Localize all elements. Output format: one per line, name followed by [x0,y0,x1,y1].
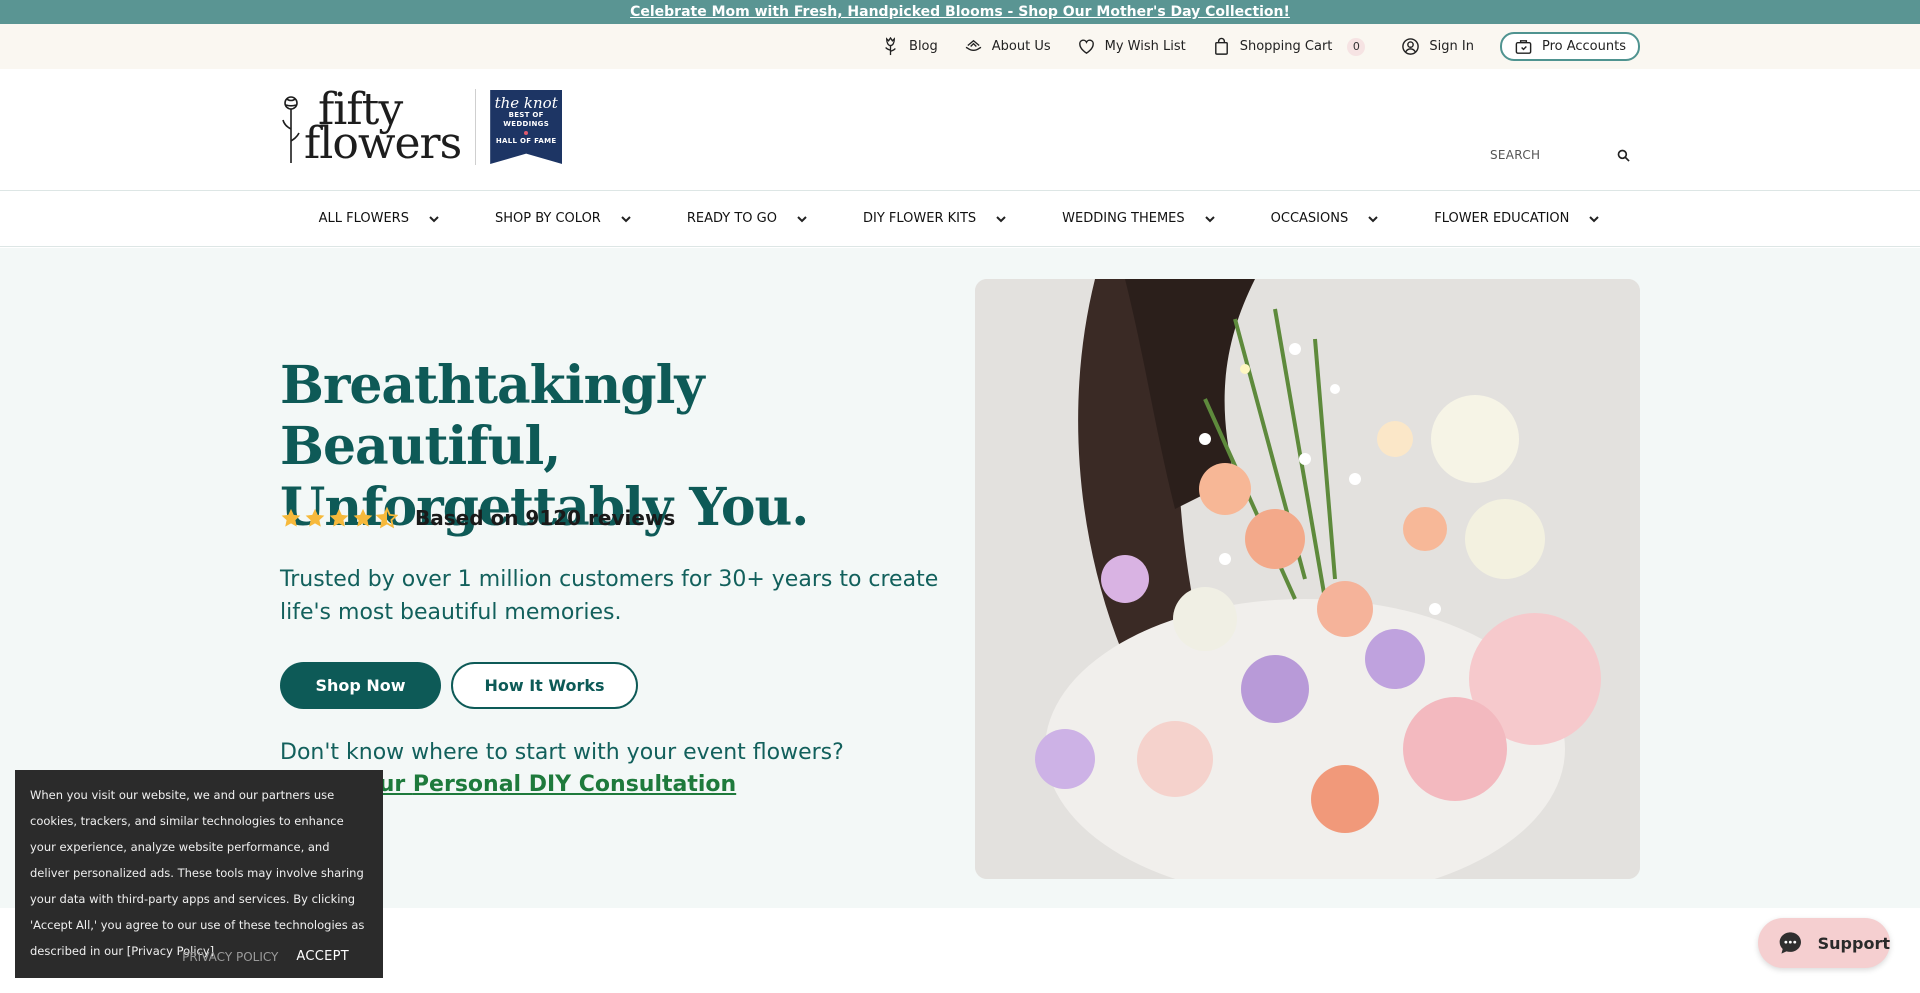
chevron-down-icon [1368,215,1378,222]
accept-cookies-button[interactable]: ACCEPT [296,949,349,964]
nav-label: DIY FLOWER KITS [862,211,977,226]
signin-label: Sign In [1429,39,1474,54]
cookie-banner: When you visit our website, we and our p… [15,770,383,978]
how-it-works-button[interactable]: How It Works [451,662,638,709]
cart-link[interactable]: Shopping Cart 0 [1212,37,1366,56]
badge-line-2: WEDDINGS [503,120,550,128]
chevron-down-icon [1589,215,1600,222]
search-placeholder: SEARCH [1490,148,1541,162]
about-link[interactable]: About Us [964,37,1051,56]
chevron-down-icon [429,215,439,222]
announcement-link[interactable]: Celebrate Mom with Fresh, Handpicked Blo… [630,4,1290,20]
chevron-down-icon [996,215,1006,222]
wishlist-link[interactable]: My Wish List [1077,37,1186,56]
utility-nav: Blog About Us My Wish List Shopping Cart… [881,24,1640,69]
rating-summary[interactable]: Based on 9120 reviews [280,506,675,530]
shopping-bag-icon [1214,37,1228,55]
badge-line-3: HALL OF FAME [495,137,557,145]
nav-label: ALL FLOWERS [318,211,409,226]
nav-label: FLOWER EDUCATION [1434,211,1570,226]
bouquet-image [975,279,1640,879]
chevron-down-icon [621,215,631,222]
star-icon [305,508,325,527]
nav-label: WEDDING THEMES [1062,211,1185,226]
nav-ready-to-go[interactable]: READY TO GO [687,211,809,226]
badge-dot [524,131,529,135]
the-knot-badge: the knot BEST OF WEDDINGS HALL OF FAME [490,90,563,164]
nav-occasions[interactable]: OCCASIONS [1271,211,1381,226]
pro-accounts-button[interactable]: Pro Accounts [1499,32,1640,61]
consult-question: Don't know where to start with your even… [280,740,844,765]
shop-now-button[interactable]: Shop Now [280,662,441,709]
hero-title-line-1: Breathtakingly Beautiful, [280,355,705,477]
badge-title: the knot [494,94,558,112]
badge-line-1: BEST OF [508,111,544,119]
nav-wedding-themes[interactable]: WEDDING THEMES [1062,211,1216,226]
logo-wordmark: fifty flowers [304,88,462,169]
heart-icon [1078,39,1094,54]
cookie-text: When you visit our website, we and our p… [30,788,365,958]
announcement-bar: Celebrate Mom with Fresh, Handpicked Blo… [0,0,1920,24]
chevron-down-icon [797,215,807,222]
chevron-down-icon [1204,215,1215,222]
nav-shop-by-color[interactable]: SHOP BY COLOR [495,211,633,226]
nav-flower-education[interactable]: FLOWER EDUCATION [1434,211,1601,226]
half-star-icon [376,507,398,529]
logo-line-2: flowers [304,118,462,169]
logo[interactable]: fifty flowers the knot BEST OF WEDDINGS … [280,88,563,169]
briefcase-icon [1515,40,1532,54]
utility-bar: Blog About Us My Wish List Shopping Cart… [0,24,1920,69]
hero-trusted-text: Trusted by over 1 million customers for … [280,567,939,625]
search-icon[interactable] [1617,149,1630,162]
star-icon [353,508,373,527]
logo-divider [475,89,477,165]
nav-label: OCCASIONS [1270,211,1349,226]
rating-text: Based on 9120 reviews [415,506,676,530]
user-circle-icon [1402,38,1420,55]
star-rating [280,507,398,529]
flower-logo-icon [282,96,300,163]
hands-flower-icon [965,39,981,51]
nav-label: SHOP BY COLOR [494,211,601,226]
wishlist-label: My Wish List [1104,39,1186,54]
tulip-icon [885,37,896,56]
consult-link-text: Personal DIY Consultation [412,772,737,797]
nav-all-flowers[interactable]: ALL FLOWERS [319,211,441,226]
cart-count-badge: 0 [1347,37,1366,56]
site-header: fifty flowers the knot BEST OF WEDDINGS … [0,69,1920,191]
search-input[interactable]: SEARCH [1490,142,1630,168]
about-label: About Us [991,39,1051,54]
cart-label: Shopping Cart [1239,39,1333,54]
blog-link[interactable]: Blog [881,37,938,56]
nav-label: READY TO GO [686,211,777,226]
chat-bubble-icon [1779,932,1801,954]
main-nav: ALL FLOWERS SHOP BY COLOR READY TO GO DI… [0,191,1920,247]
nav-diy-flower-kits[interactable]: DIY FLOWER KITS [863,211,1008,226]
signin-link[interactable]: Sign In [1401,37,1474,56]
cookie-actions: PRIVACY POLICY ACCEPT [182,949,349,964]
star-icon [329,508,349,527]
support-label: Support [1817,933,1890,953]
star-icon [281,508,301,527]
hero-image [975,279,1640,879]
pro-accounts-label: Pro Accounts [1541,39,1626,54]
blog-label: Blog [909,39,938,54]
support-chat-button[interactable]: Support [1758,918,1890,968]
privacy-policy-link[interactable]: PRIVACY POLICY [182,950,278,964]
